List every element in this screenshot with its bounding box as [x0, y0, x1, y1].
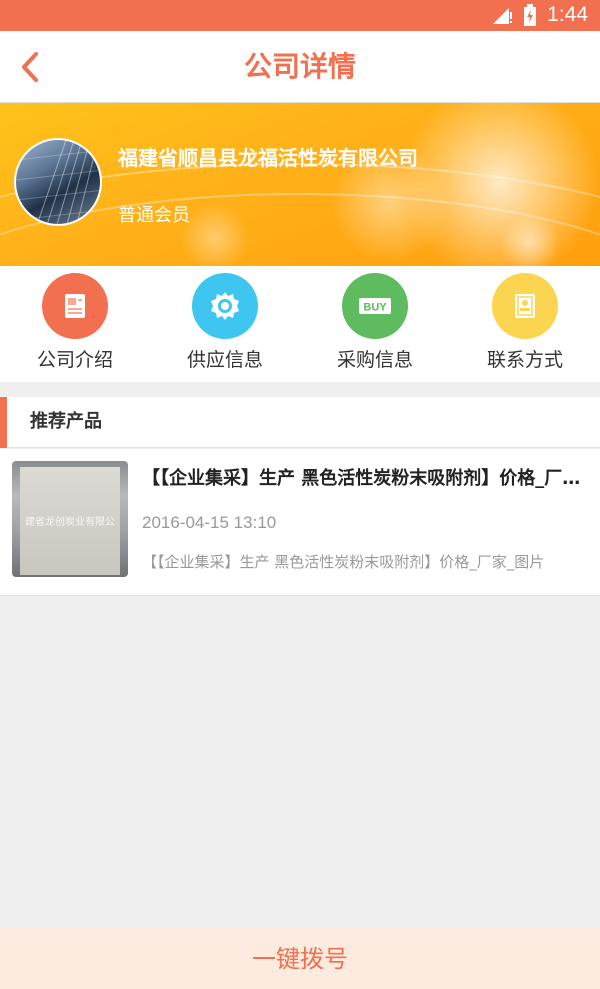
- call-button-label: 一键拨号: [252, 945, 348, 973]
- page-title: 公司详情: [243, 50, 356, 83]
- member-level: 普通会员: [118, 205, 190, 226]
- product-title: 【【企业集采】生产 黑色活性炭粉末吸附剂】价格_厂家_...: [142, 468, 594, 489]
- status-icons: 1:44: [491, 3, 588, 27]
- buy-icon: BUY: [359, 298, 391, 314]
- nav-supply-info[interactable]: 供应信息: [150, 266, 300, 382]
- product-thumbnail: 建省龙创炭业有限公: [12, 461, 128, 577]
- company-name: 福建省顺昌县龙福活性炭有限公司: [118, 146, 418, 170]
- nav-label: 供应信息: [186, 349, 263, 371]
- company-avatar: [14, 138, 102, 226]
- product-thumb-text: 建省龙创炭业有限公: [25, 517, 115, 528]
- nav-icon-circle: [492, 273, 558, 339]
- section-title: 推荐产品: [30, 411, 102, 432]
- nav-label: 采购信息: [336, 349, 413, 371]
- contact-card-icon: [515, 294, 535, 318]
- nav-contact[interactable]: 联系方式: [450, 266, 600, 382]
- call-button[interactable]: 一键拨号: [0, 928, 600, 989]
- signal-icon: [493, 8, 513, 24]
- product-description: 【【企业集采】生产 黑色活性炭粉末吸附剂】价格_厂家_图片: [142, 553, 545, 571]
- nav-label: 联系方式: [486, 349, 563, 371]
- nav-label: 公司介绍: [36, 349, 113, 371]
- product-item[interactable]: 建省龙创炭业有限公 【【企业集采】生产 黑色活性炭粉末吸附剂】价格_厂家_...…: [0, 449, 600, 596]
- nav-purchase-info[interactable]: BUY 采购信息: [300, 266, 450, 382]
- nav-icon-circle: [192, 273, 258, 339]
- product-date: 2016-04-15 13:10: [142, 513, 277, 532]
- battery-icon: [524, 4, 537, 26]
- nav-icon-circle: [42, 273, 108, 339]
- nav-company-intro[interactable]: 公司介绍: [0, 266, 150, 382]
- status-bar: 1:44: [0, 0, 600, 31]
- document-icon: [65, 294, 85, 318]
- badge-icon: [211, 292, 239, 320]
- nav-icon-circle: BUY: [342, 273, 408, 339]
- section-header: 推荐产品: [0, 397, 600, 448]
- buy-icon-text: BUY: [363, 302, 387, 314]
- status-time: 1:44: [547, 3, 588, 26]
- company-banner: 福建省顺昌县龙福活性炭有限公司 普通会员: [0, 103, 600, 266]
- title-bar: 公司详情: [0, 31, 600, 103]
- section-accent: [0, 397, 7, 448]
- building-image: [16, 140, 100, 224]
- nav-grid: 公司介绍 供应信息 BUY 采购信息 联系方式: [0, 266, 600, 382]
